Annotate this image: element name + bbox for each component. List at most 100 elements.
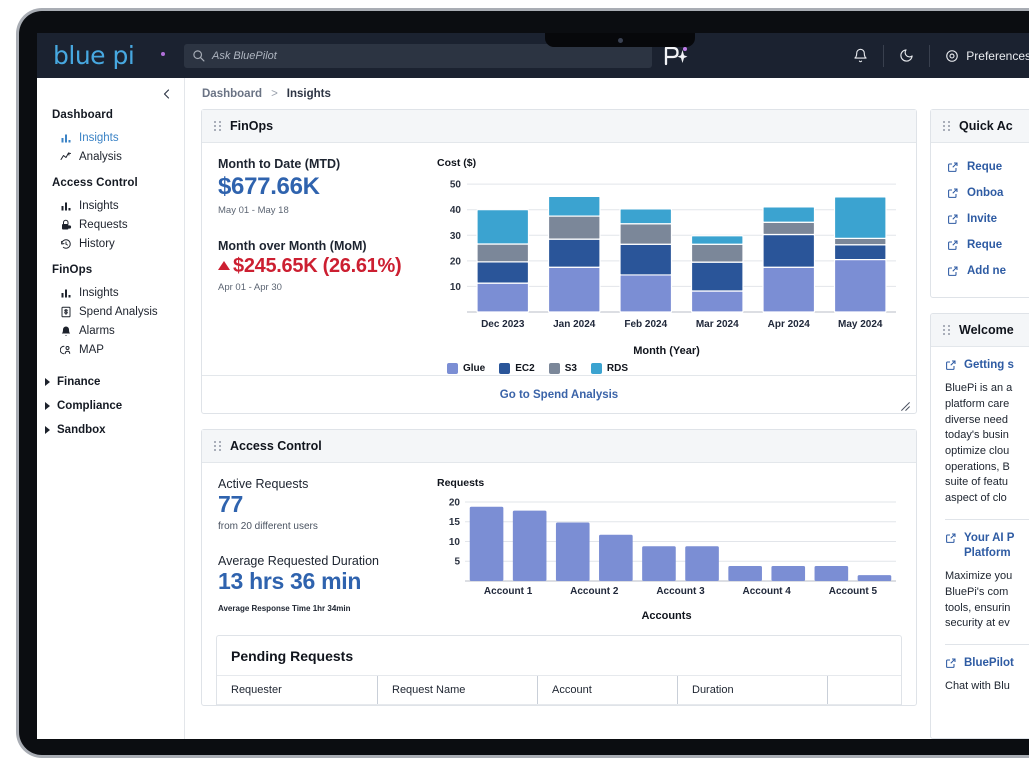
svg-text:Jan 2024: Jan 2024 (553, 319, 596, 330)
quick-action-label: Reque (967, 161, 1003, 173)
lock-icon (59, 218, 72, 231)
external-link-icon (945, 657, 957, 669)
sidebar-item-finops-map[interactable]: MAP (37, 340, 184, 359)
sidebar-item-dashboard-analysis[interactable]: Analysis (37, 147, 184, 166)
quick-action-item[interactable]: Reque (931, 154, 1029, 180)
kpi-month-to-date: Month to Date (MTD) $677.66K May 01 - Ma… (218, 157, 437, 216)
table-column-header[interactable]: Requester (217, 676, 377, 704)
kpi-active-requests: Active Requests 77 from 20 different use… (218, 477, 437, 532)
table-column-header[interactable]: Request Name (377, 676, 537, 704)
sidebar-item-label: Spend Analysis (79, 305, 158, 318)
quick-action-item[interactable]: Add ne (931, 258, 1029, 284)
table-column-header[interactable]: Duration (677, 676, 827, 704)
theme-toggle-button[interactable] (883, 44, 929, 67)
kpi-label: Average Requested Duration (218, 554, 379, 568)
welcome-section-link[interactable]: Getting s (945, 358, 1029, 373)
legend-item-s3[interactable]: S3 (548, 363, 577, 374)
finops-body: Month to Date (MTD) $677.66K May 01 - Ma… (202, 143, 916, 375)
sidebar-item-sandbox[interactable]: Sandbox (37, 418, 184, 442)
sidebar-item-ac-insights[interactable]: Insights (37, 196, 184, 215)
access-control-kpis: Active Requests 77 from 20 different use… (202, 477, 437, 629)
chevron-right-icon (45, 426, 50, 434)
legend-label: Glue (463, 363, 486, 374)
resize-handle-icon[interactable] (900, 399, 911, 411)
sidebar-item-ac-requests[interactable]: Requests (37, 215, 184, 234)
svg-text:20: 20 (449, 497, 461, 508)
drag-handle-icon[interactable] (214, 440, 221, 452)
legend-item-rds[interactable]: RDS (590, 363, 629, 374)
bluepilot-sparkle-icon[interactable] (662, 44, 688, 68)
sidebar-item-label: Insights (79, 131, 119, 144)
preferences-button[interactable]: Preferences (929, 44, 1029, 67)
main-content: Dashboard > Insights FinOps Month to Dat… (184, 78, 1029, 739)
sidebar-item-label: Analysis (79, 150, 122, 163)
welcome-section-body: BluePi is an a platform care diverse nee… (945, 382, 1013, 505)
sidebar-collapse-button[interactable] (37, 78, 184, 109)
welcome-section-link[interactable]: Your AI P Platform (945, 531, 1029, 561)
sidebar-item-label: Alarms (79, 324, 115, 337)
svg-text:50: 50 (450, 180, 462, 191)
welcome-section-link[interactable]: BluePilot (945, 656, 1029, 671)
drag-handle-icon[interactable] (943, 324, 950, 336)
chevron-right-icon (45, 402, 50, 410)
chart-xaxis-title: Month (Year) (633, 345, 700, 357)
divider (945, 644, 1029, 646)
bell-icon (854, 48, 867, 63)
chevron-right-icon (45, 378, 50, 386)
trend-up-icon (218, 261, 230, 270)
card-title: Quick Ac (959, 119, 1013, 133)
drag-handle-icon[interactable] (214, 120, 221, 132)
svg-text:May 2024: May 2024 (838, 319, 883, 330)
access-control-requests-chart[interactable]: 5 10 15 20 Account 1 Account 2 Account 3 Accoun… (437, 493, 902, 603)
sidebar-item-ac-history[interactable]: History (37, 234, 184, 253)
requests-chart-container: Requests 5 10 15 20 Account 1 Account 2 Accoun… (437, 477, 916, 629)
welcome-card: Welcome Getting s BluePi is an a platform… (930, 313, 1029, 739)
svg-text:Mar 2024: Mar 2024 (696, 319, 739, 330)
kpi-response-time: Average Response Time 1hr 34min (218, 604, 351, 613)
search-bar[interactable]: Ask BluePilot (184, 43, 652, 68)
card-title: Welcome (959, 323, 1014, 337)
notifications-button[interactable] (838, 45, 883, 67)
sidebar-item-finops-alarms[interactable]: Alarms (37, 321, 184, 340)
sidebar-item-label: Compliance (57, 400, 123, 412)
search-input[interactable]: Ask BluePilot (212, 50, 277, 62)
legend-swatch (590, 363, 602, 374)
quick-action-item[interactable]: Invite (931, 206, 1029, 232)
nav-group-title: Access Control (52, 177, 138, 189)
quick-action-item[interactable]: Onboa (931, 180, 1029, 206)
sidebar-item-dashboard-insights[interactable]: Insights (37, 128, 184, 147)
quick-action-item[interactable]: Reque (931, 232, 1029, 258)
breadcrumb-current: Insights (286, 87, 331, 100)
welcome-section-title: BluePilot (964, 657, 1014, 670)
divider (945, 518, 1029, 520)
svg-text:Feb 2024: Feb 2024 (624, 319, 667, 330)
breadcrumb-root[interactable]: Dashboard (202, 88, 262, 100)
welcome-header: Welcome (931, 314, 1029, 347)
welcome-section-title: Getting s (964, 359, 1014, 371)
legend-item-ec2[interactable]: EC2 (499, 363, 535, 374)
table-column-header[interactable]: Account (537, 676, 677, 704)
sidebar-item-finops-insights[interactable]: Insights (37, 283, 184, 302)
go-to-spend-analysis-link[interactable]: Go to Spend Analysis (500, 389, 618, 401)
top-navigation-bar: blue pi Ask BluePilot Preferences (37, 33, 1029, 78)
svg-text:Account 4: Account 4 (743, 586, 792, 597)
chart-axis-title: Requests (437, 477, 485, 489)
app-body: Dashboard Insights Analysis Access Contr… (37, 78, 1029, 739)
finops-cost-chart[interactable]: 10 20 30 40 50 Dec 2023 Jan 2024 Feb 2024 Mar 20… (437, 173, 902, 338)
breadcrumb-separator-icon: > (271, 87, 278, 100)
nav-group-dashboard: Dashboard Insights Analysis (37, 109, 184, 166)
drag-handle-icon[interactable] (943, 120, 950, 132)
sidebar-item-label: Insights (79, 286, 119, 299)
sidebar-item-finance[interactable]: Finance (37, 370, 184, 394)
sidebar-item-finops-spend-analysis[interactable]: Spend Analysis (37, 302, 184, 321)
svg-text:Account 3: Account 3 (656, 586, 705, 597)
legend-item-glue[interactable]: Glue (447, 363, 485, 374)
logo-dot (161, 52, 165, 56)
sidebar-item-compliance[interactable]: Compliance (37, 394, 184, 418)
chevron-left-icon (163, 88, 170, 99)
kpi-value: $677.66K (218, 173, 320, 200)
bluepi-logo[interactable]: blue pi (37, 41, 184, 70)
kpi-label: Active Requests (218, 477, 309, 491)
legend-label: RDS (606, 363, 629, 374)
table-column-header[interactable] (827, 676, 887, 704)
